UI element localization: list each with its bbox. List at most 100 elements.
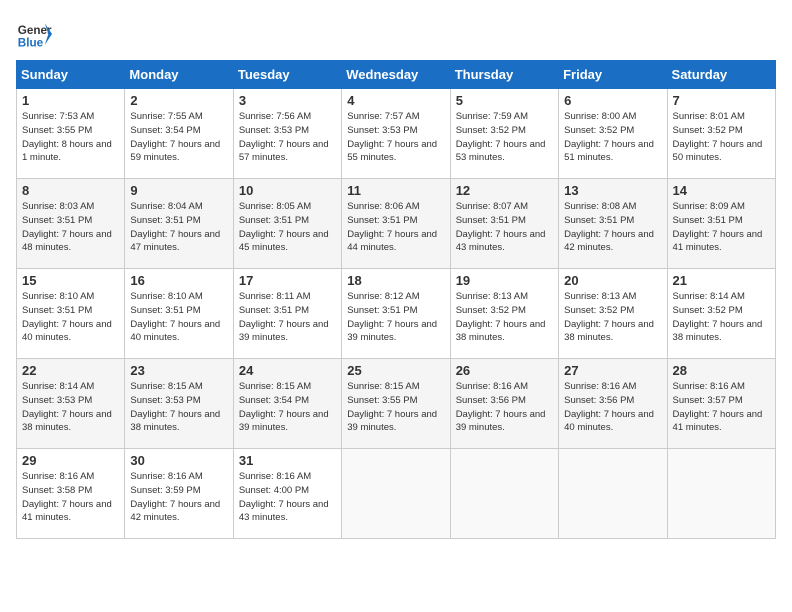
day-number: 28 (673, 363, 770, 378)
day-number: 25 (347, 363, 444, 378)
day-info: Sunrise: 8:07 AM Sunset: 3:51 PM Dayligh… (456, 200, 553, 255)
svg-text:General: General (18, 24, 52, 37)
calendar-cell: 5 Sunrise: 7:59 AM Sunset: 3:52 PM Dayli… (450, 89, 558, 179)
day-number: 21 (673, 273, 770, 288)
day-info: Sunrise: 8:06 AM Sunset: 3:51 PM Dayligh… (347, 200, 444, 255)
logo-icon: General Blue (16, 16, 52, 52)
day-info: Sunrise: 8:00 AM Sunset: 3:52 PM Dayligh… (564, 110, 661, 165)
day-info: Sunrise: 8:16 AM Sunset: 3:57 PM Dayligh… (673, 380, 770, 435)
logo: General Blue (16, 16, 52, 52)
calendar-cell: 29 Sunrise: 8:16 AM Sunset: 3:58 PM Dayl… (17, 449, 125, 539)
day-info: Sunrise: 7:56 AM Sunset: 3:53 PM Dayligh… (239, 110, 336, 165)
calendar-week-row: 22 Sunrise: 8:14 AM Sunset: 3:53 PM Dayl… (17, 359, 776, 449)
day-number: 2 (130, 93, 227, 108)
header-sunday: Sunday (17, 61, 125, 89)
calendar-cell: 24 Sunrise: 8:15 AM Sunset: 3:54 PM Dayl… (233, 359, 341, 449)
day-number: 23 (130, 363, 227, 378)
day-number: 19 (456, 273, 553, 288)
header-thursday: Thursday (450, 61, 558, 89)
header-tuesday: Tuesday (233, 61, 341, 89)
day-number: 16 (130, 273, 227, 288)
page-header: General Blue (16, 16, 776, 52)
day-info: Sunrise: 8:15 AM Sunset: 3:54 PM Dayligh… (239, 380, 336, 435)
day-number: 27 (564, 363, 661, 378)
day-number: 30 (130, 453, 227, 468)
day-info: Sunrise: 8:15 AM Sunset: 3:53 PM Dayligh… (130, 380, 227, 435)
calendar-cell (342, 449, 450, 539)
day-info: Sunrise: 8:15 AM Sunset: 3:55 PM Dayligh… (347, 380, 444, 435)
calendar-cell: 1 Sunrise: 7:53 AM Sunset: 3:55 PM Dayli… (17, 89, 125, 179)
day-number: 5 (456, 93, 553, 108)
calendar-cell: 10 Sunrise: 8:05 AM Sunset: 3:51 PM Dayl… (233, 179, 341, 269)
day-number: 22 (22, 363, 119, 378)
calendar-cell: 4 Sunrise: 7:57 AM Sunset: 3:53 PM Dayli… (342, 89, 450, 179)
calendar-cell (450, 449, 558, 539)
calendar-table: SundayMondayTuesdayWednesdayThursdayFrid… (16, 60, 776, 539)
calendar-cell: 9 Sunrise: 8:04 AM Sunset: 3:51 PM Dayli… (125, 179, 233, 269)
day-info: Sunrise: 8:16 AM Sunset: 3:59 PM Dayligh… (130, 470, 227, 525)
day-info: Sunrise: 8:16 AM Sunset: 4:00 PM Dayligh… (239, 470, 336, 525)
day-info: Sunrise: 7:53 AM Sunset: 3:55 PM Dayligh… (22, 110, 119, 165)
day-number: 15 (22, 273, 119, 288)
calendar-cell: 21 Sunrise: 8:14 AM Sunset: 3:52 PM Dayl… (667, 269, 775, 359)
day-number: 26 (456, 363, 553, 378)
calendar-week-row: 1 Sunrise: 7:53 AM Sunset: 3:55 PM Dayli… (17, 89, 776, 179)
day-number: 6 (564, 93, 661, 108)
calendar-cell: 20 Sunrise: 8:13 AM Sunset: 3:52 PM Dayl… (559, 269, 667, 359)
day-number: 10 (239, 183, 336, 198)
day-number: 3 (239, 93, 336, 108)
calendar-cell: 12 Sunrise: 8:07 AM Sunset: 3:51 PM Dayl… (450, 179, 558, 269)
calendar-cell: 8 Sunrise: 8:03 AM Sunset: 3:51 PM Dayli… (17, 179, 125, 269)
calendar-cell: 30 Sunrise: 8:16 AM Sunset: 3:59 PM Dayl… (125, 449, 233, 539)
day-info: Sunrise: 8:04 AM Sunset: 3:51 PM Dayligh… (130, 200, 227, 255)
day-number: 17 (239, 273, 336, 288)
day-info: Sunrise: 8:01 AM Sunset: 3:52 PM Dayligh… (673, 110, 770, 165)
day-number: 4 (347, 93, 444, 108)
calendar-cell: 11 Sunrise: 8:06 AM Sunset: 3:51 PM Dayl… (342, 179, 450, 269)
day-number: 1 (22, 93, 119, 108)
calendar-cell: 2 Sunrise: 7:55 AM Sunset: 3:54 PM Dayli… (125, 89, 233, 179)
day-number: 31 (239, 453, 336, 468)
day-number: 24 (239, 363, 336, 378)
day-info: Sunrise: 8:13 AM Sunset: 3:52 PM Dayligh… (456, 290, 553, 345)
svg-text:Blue: Blue (18, 37, 44, 50)
calendar-header-row: SundayMondayTuesdayWednesdayThursdayFrid… (17, 61, 776, 89)
header-wednesday: Wednesday (342, 61, 450, 89)
day-info: Sunrise: 8:16 AM Sunset: 3:58 PM Dayligh… (22, 470, 119, 525)
day-info: Sunrise: 8:16 AM Sunset: 3:56 PM Dayligh… (564, 380, 661, 435)
calendar-cell: 17 Sunrise: 8:11 AM Sunset: 3:51 PM Dayl… (233, 269, 341, 359)
day-info: Sunrise: 7:55 AM Sunset: 3:54 PM Dayligh… (130, 110, 227, 165)
day-info: Sunrise: 8:08 AM Sunset: 3:51 PM Dayligh… (564, 200, 661, 255)
header-saturday: Saturday (667, 61, 775, 89)
calendar-cell: 19 Sunrise: 8:13 AM Sunset: 3:52 PM Dayl… (450, 269, 558, 359)
day-info: Sunrise: 8:11 AM Sunset: 3:51 PM Dayligh… (239, 290, 336, 345)
calendar-cell (667, 449, 775, 539)
calendar-cell: 3 Sunrise: 7:56 AM Sunset: 3:53 PM Dayli… (233, 89, 341, 179)
calendar-week-row: 8 Sunrise: 8:03 AM Sunset: 3:51 PM Dayli… (17, 179, 776, 269)
calendar-cell: 26 Sunrise: 8:16 AM Sunset: 3:56 PM Dayl… (450, 359, 558, 449)
day-number: 12 (456, 183, 553, 198)
calendar-cell: 16 Sunrise: 8:10 AM Sunset: 3:51 PM Dayl… (125, 269, 233, 359)
calendar-cell (559, 449, 667, 539)
day-number: 13 (564, 183, 661, 198)
day-number: 9 (130, 183, 227, 198)
day-info: Sunrise: 8:13 AM Sunset: 3:52 PM Dayligh… (564, 290, 661, 345)
calendar-cell: 22 Sunrise: 8:14 AM Sunset: 3:53 PM Dayl… (17, 359, 125, 449)
day-info: Sunrise: 8:16 AM Sunset: 3:56 PM Dayligh… (456, 380, 553, 435)
day-info: Sunrise: 8:03 AM Sunset: 3:51 PM Dayligh… (22, 200, 119, 255)
day-info: Sunrise: 8:10 AM Sunset: 3:51 PM Dayligh… (22, 290, 119, 345)
calendar-cell: 7 Sunrise: 8:01 AM Sunset: 3:52 PM Dayli… (667, 89, 775, 179)
calendar-week-row: 29 Sunrise: 8:16 AM Sunset: 3:58 PM Dayl… (17, 449, 776, 539)
day-info: Sunrise: 7:57 AM Sunset: 3:53 PM Dayligh… (347, 110, 444, 165)
calendar-cell: 13 Sunrise: 8:08 AM Sunset: 3:51 PM Dayl… (559, 179, 667, 269)
day-number: 11 (347, 183, 444, 198)
day-info: Sunrise: 8:12 AM Sunset: 3:51 PM Dayligh… (347, 290, 444, 345)
calendar-cell: 31 Sunrise: 8:16 AM Sunset: 4:00 PM Dayl… (233, 449, 341, 539)
calendar-cell: 28 Sunrise: 8:16 AM Sunset: 3:57 PM Dayl… (667, 359, 775, 449)
header-monday: Monday (125, 61, 233, 89)
calendar-cell: 23 Sunrise: 8:15 AM Sunset: 3:53 PM Dayl… (125, 359, 233, 449)
calendar-cell: 15 Sunrise: 8:10 AM Sunset: 3:51 PM Dayl… (17, 269, 125, 359)
calendar-cell: 14 Sunrise: 8:09 AM Sunset: 3:51 PM Dayl… (667, 179, 775, 269)
calendar-cell: 27 Sunrise: 8:16 AM Sunset: 3:56 PM Dayl… (559, 359, 667, 449)
day-number: 14 (673, 183, 770, 198)
